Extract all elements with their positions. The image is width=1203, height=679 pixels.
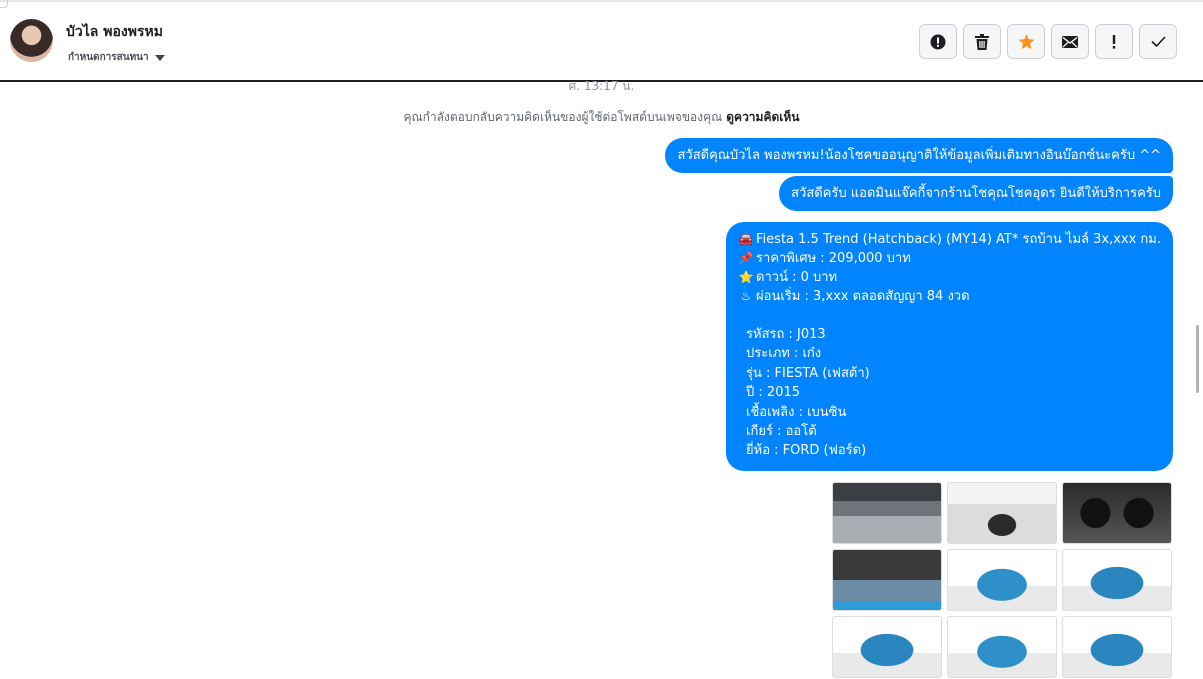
spec-line: รหัสรถ : J013 <box>746 327 826 342</box>
listing-down-line: ⭐ ดาวน์ : 0 บาท <box>738 268 1161 287</box>
pushpin-icon: 📌 <box>738 251 754 265</box>
contact-name[interactable]: บัวไล พองพรหม <box>66 21 163 43</box>
star-icon <box>1018 33 1034 49</box>
listing-down-payment: ดาวน์ : 0 บาท <box>756 270 838 285</box>
listing-installment-line: ♨ ผ่อนเริ่ม : 3,xxx ตลอดสัญญา 84 งวด <box>738 287 1161 306</box>
car-photo-rear[interactable] <box>1062 616 1172 678</box>
chevron-down-icon <box>154 54 165 61</box>
conversation-thread[interactable]: ศ. 13:17 น. คุณกำลังตอบกลับความคิดเห็นขอ… <box>0 79 1203 679</box>
mark-unread-button[interactable] <box>1051 24 1089 59</box>
spec-line: ปี : 2015 <box>746 385 801 401</box>
spam-alert-icon <box>930 34 946 49</box>
envelope-icon <box>1062 35 1078 48</box>
photo-attachment-grid <box>832 482 1172 678</box>
assign-conversation-dropdown[interactable]: กำหนดการสนทนา <box>68 50 165 65</box>
car-photo-rear-right[interactable] <box>947 616 1057 678</box>
assign-conversation-label: กำหนดการสนทนา <box>68 52 149 63</box>
hot-springs-icon: ♨ <box>740 289 752 303</box>
car-photo-engine[interactable] <box>832 549 942 611</box>
message-bubble[interactable]: สวัสดีคุณบัวไล พองพรหม!น้องโชคขออนุญาติใ… <box>665 138 1173 173</box>
listing-price: ราคาพิเศษ : 209,000 บาท <box>756 251 911 266</box>
reply-context-text: คุณกำลังตอบกลับความคิดเห็นของผู้ใช้ต่อโพ… <box>403 110 723 124</box>
header-actions <box>919 24 1177 59</box>
car-photo-trunk[interactable] <box>947 482 1057 544</box>
trash-icon <box>975 33 989 50</box>
listing-title-line: 🚘 Fiesta 1.5 Trend (Hatchback) (MY14) AT… <box>738 230 1161 249</box>
mark-done-button[interactable] <box>1139 24 1177 59</box>
spec-line: เกียร์ : ออโต้ <box>746 423 817 439</box>
messenger-window: บัวไล พองพรหม กำหนดการสนทนา ศ. 13:17 น. … <box>0 0 1203 679</box>
star-button[interactable] <box>1007 24 1045 59</box>
star-emoji-icon: ⭐ <box>738 270 754 284</box>
corner-mark <box>0 0 8 8</box>
follow-up-button[interactable] <box>1095 24 1133 59</box>
car-photo-front[interactable] <box>1062 549 1172 611</box>
conversation-header: บัวไล พองพรหม กำหนดการสนทนา <box>0 0 1203 82</box>
car-photo-rear-left[interactable] <box>832 616 942 678</box>
message-timestamp: ศ. 13:17 น. <box>568 79 635 93</box>
checkmark-icon <box>1150 36 1166 47</box>
reply-context-notice: คุณกำลังตอบกลับความคิดเห็นของผู้ใช้ต่อโพ… <box>0 108 1203 127</box>
message-bubble[interactable]: สวัสดีครับ แอดมินแจ๊คกี้จากร้านโชคุณโชคอ… <box>779 176 1173 211</box>
delete-button[interactable] <box>963 24 1001 59</box>
spec-line: เชื้อเพลิง : เบนซิน <box>746 404 847 420</box>
car-photo-interior[interactable] <box>832 482 942 544</box>
spec-line: ประเภท : เก๋ง <box>746 346 822 362</box>
exclamation-icon <box>1112 34 1116 49</box>
car-photo-front-left[interactable] <box>947 549 1057 611</box>
avatar[interactable] <box>10 19 53 62</box>
mark-spam-button[interactable] <box>919 24 957 59</box>
view-comment-link[interactable]: ดูความคิดเห็น <box>726 110 799 124</box>
listing-title: Fiesta 1.5 Trend (Hatchback) (MY14) AT* … <box>756 232 1161 247</box>
car-icon: 🚘 <box>738 232 754 246</box>
listing-message-bubble[interactable]: 🚘 Fiesta 1.5 Trend (Hatchback) (MY14) AT… <box>726 222 1173 471</box>
spec-line: รุ่น : FIESTA (เฟสต้า) <box>746 365 870 381</box>
car-photo-dashboard[interactable] <box>1062 482 1172 544</box>
scrollbar-thumb[interactable] <box>1196 325 1199 393</box>
listing-price-line: 📌 ราคาพิเศษ : 209,000 บาท <box>738 249 1161 268</box>
listing-installment: ผ่อนเริ่ม : 3,xxx ตลอดสัญญา 84 งวด <box>756 289 970 304</box>
header-top-border <box>0 0 1203 2</box>
spec-line: ยี่ห้อ : FORD (ฟอร์ด) <box>746 443 867 459</box>
